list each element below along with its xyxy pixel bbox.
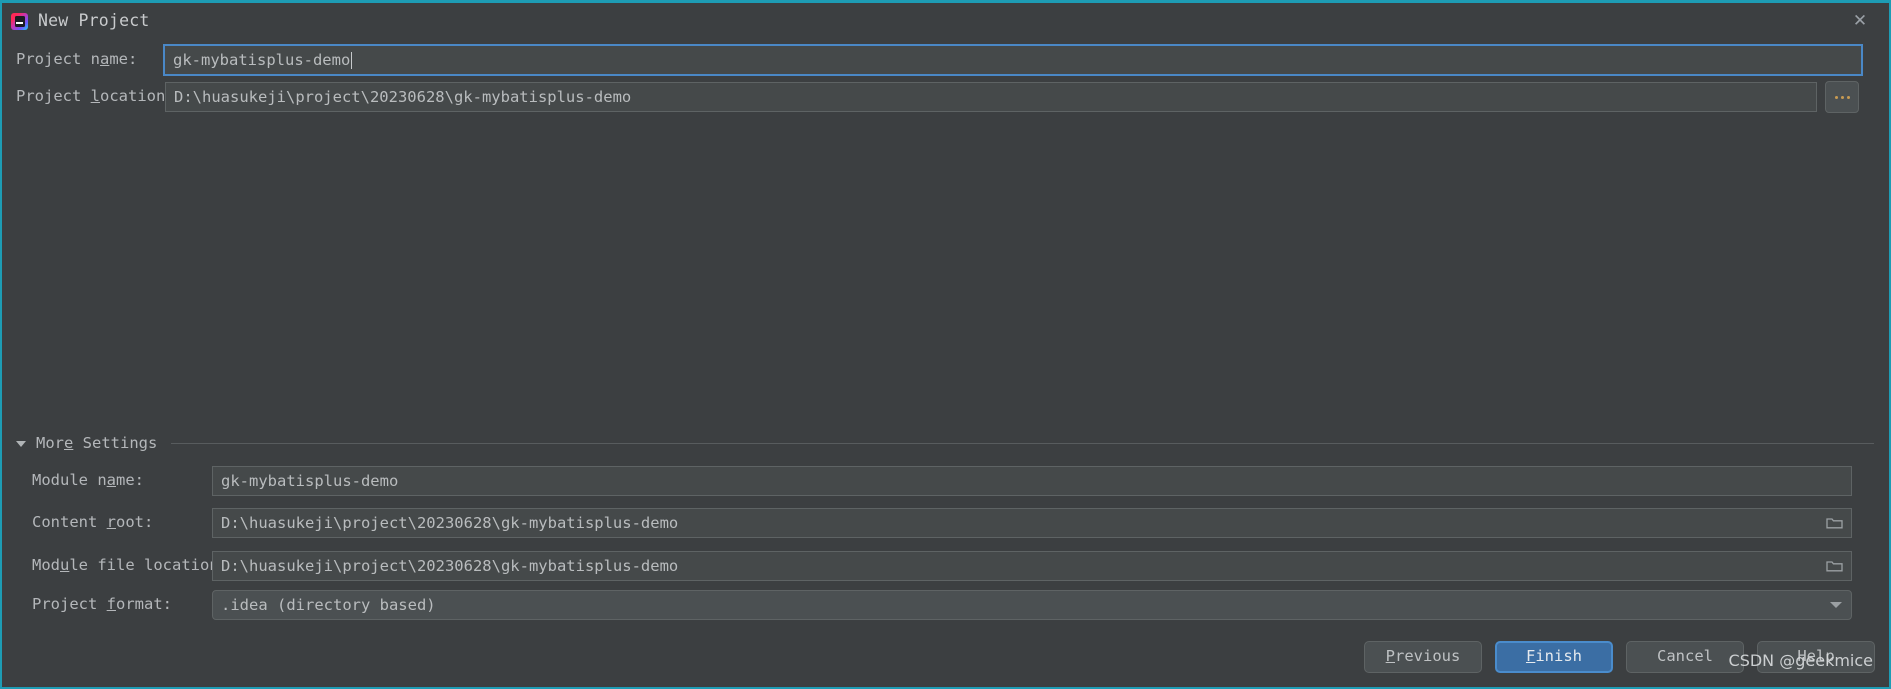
chevron-down-icon[interactable] [1830, 602, 1842, 608]
module-file-location-input[interactable]: D:\huasukeji\project\20230628\gk-mybatis… [212, 551, 1852, 581]
module-name-row: Module name: gk-mybatisplus-demo [32, 466, 1878, 496]
project-name-value: gk-mybatisplus-demo [173, 51, 351, 69]
project-name-input[interactable]: gk-mybatisplus-demo [163, 44, 1863, 76]
project-location-browse-button[interactable] [1825, 81, 1859, 113]
ellipsis-icon [1834, 95, 1838, 99]
project-name-row: Project name: gk-mybatisplus-demo [16, 43, 1878, 77]
help-button[interactable]: Help [1757, 641, 1875, 673]
folder-icon[interactable] [1826, 560, 1843, 573]
project-name-label: Project name: [16, 50, 138, 69]
project-format-value: .idea (directory based) [221, 596, 436, 614]
dialog-titlebar: New Project [2, 3, 1889, 39]
module-file-location-row: Module file location: D:\huasukeji\proje… [32, 551, 1878, 581]
text-caret [351, 51, 353, 69]
project-format-row: Project format: .idea (directory based) [32, 589, 1878, 621]
cancel-button[interactable]: Cancel [1626, 641, 1744, 673]
more-settings-header[interactable]: More Settings [16, 434, 1878, 452]
content-root-input[interactable]: D:\huasukeji\project\20230628\gk-mybatis… [212, 508, 1852, 538]
chevron-down-icon [16, 440, 26, 447]
dialog-button-bar: Previous Finish Cancel Help [1364, 641, 1875, 673]
project-location-label: Project location: [16, 87, 175, 106]
module-name-value: gk-mybatisplus-demo [221, 472, 399, 490]
dialog-title: New Project [38, 10, 150, 30]
content-root-row: Content root: D:\huasukeji\project\20230… [32, 508, 1878, 538]
more-settings-label: More Settings [36, 434, 158, 452]
finish-button[interactable]: Finish [1495, 641, 1613, 673]
project-location-input[interactable]: D:\huasukeji\project\20230628\gk-mybatis… [165, 82, 1817, 112]
project-format-label: Project format: [32, 595, 172, 614]
close-icon[interactable]: ✕ [1847, 9, 1873, 33]
previous-button[interactable]: Previous [1364, 641, 1482, 673]
module-file-location-value: D:\huasukeji\project\20230628\gk-mybatis… [221, 557, 679, 575]
new-project-dialog: New Project ✕ Project name: gk-mybatispl… [0, 0, 1891, 689]
section-divider [171, 443, 1874, 445]
project-location-row: Project location: D:\huasukeji\project\2… [16, 81, 1878, 113]
project-format-select[interactable]: .idea (directory based) [212, 590, 1852, 620]
module-name-input[interactable]: gk-mybatisplus-demo [212, 466, 1852, 496]
module-file-location-label: Module file location: [32, 556, 228, 575]
module-name-label: Module name: [32, 471, 144, 490]
content-root-label: Content root: [32, 513, 154, 532]
folder-icon[interactable] [1826, 517, 1843, 530]
intellij-idea-icon [11, 12, 28, 30]
project-location-value: D:\huasukeji\project\20230628\gk-mybatis… [174, 88, 632, 106]
content-root-value: D:\huasukeji\project\20230628\gk-mybatis… [221, 514, 679, 532]
